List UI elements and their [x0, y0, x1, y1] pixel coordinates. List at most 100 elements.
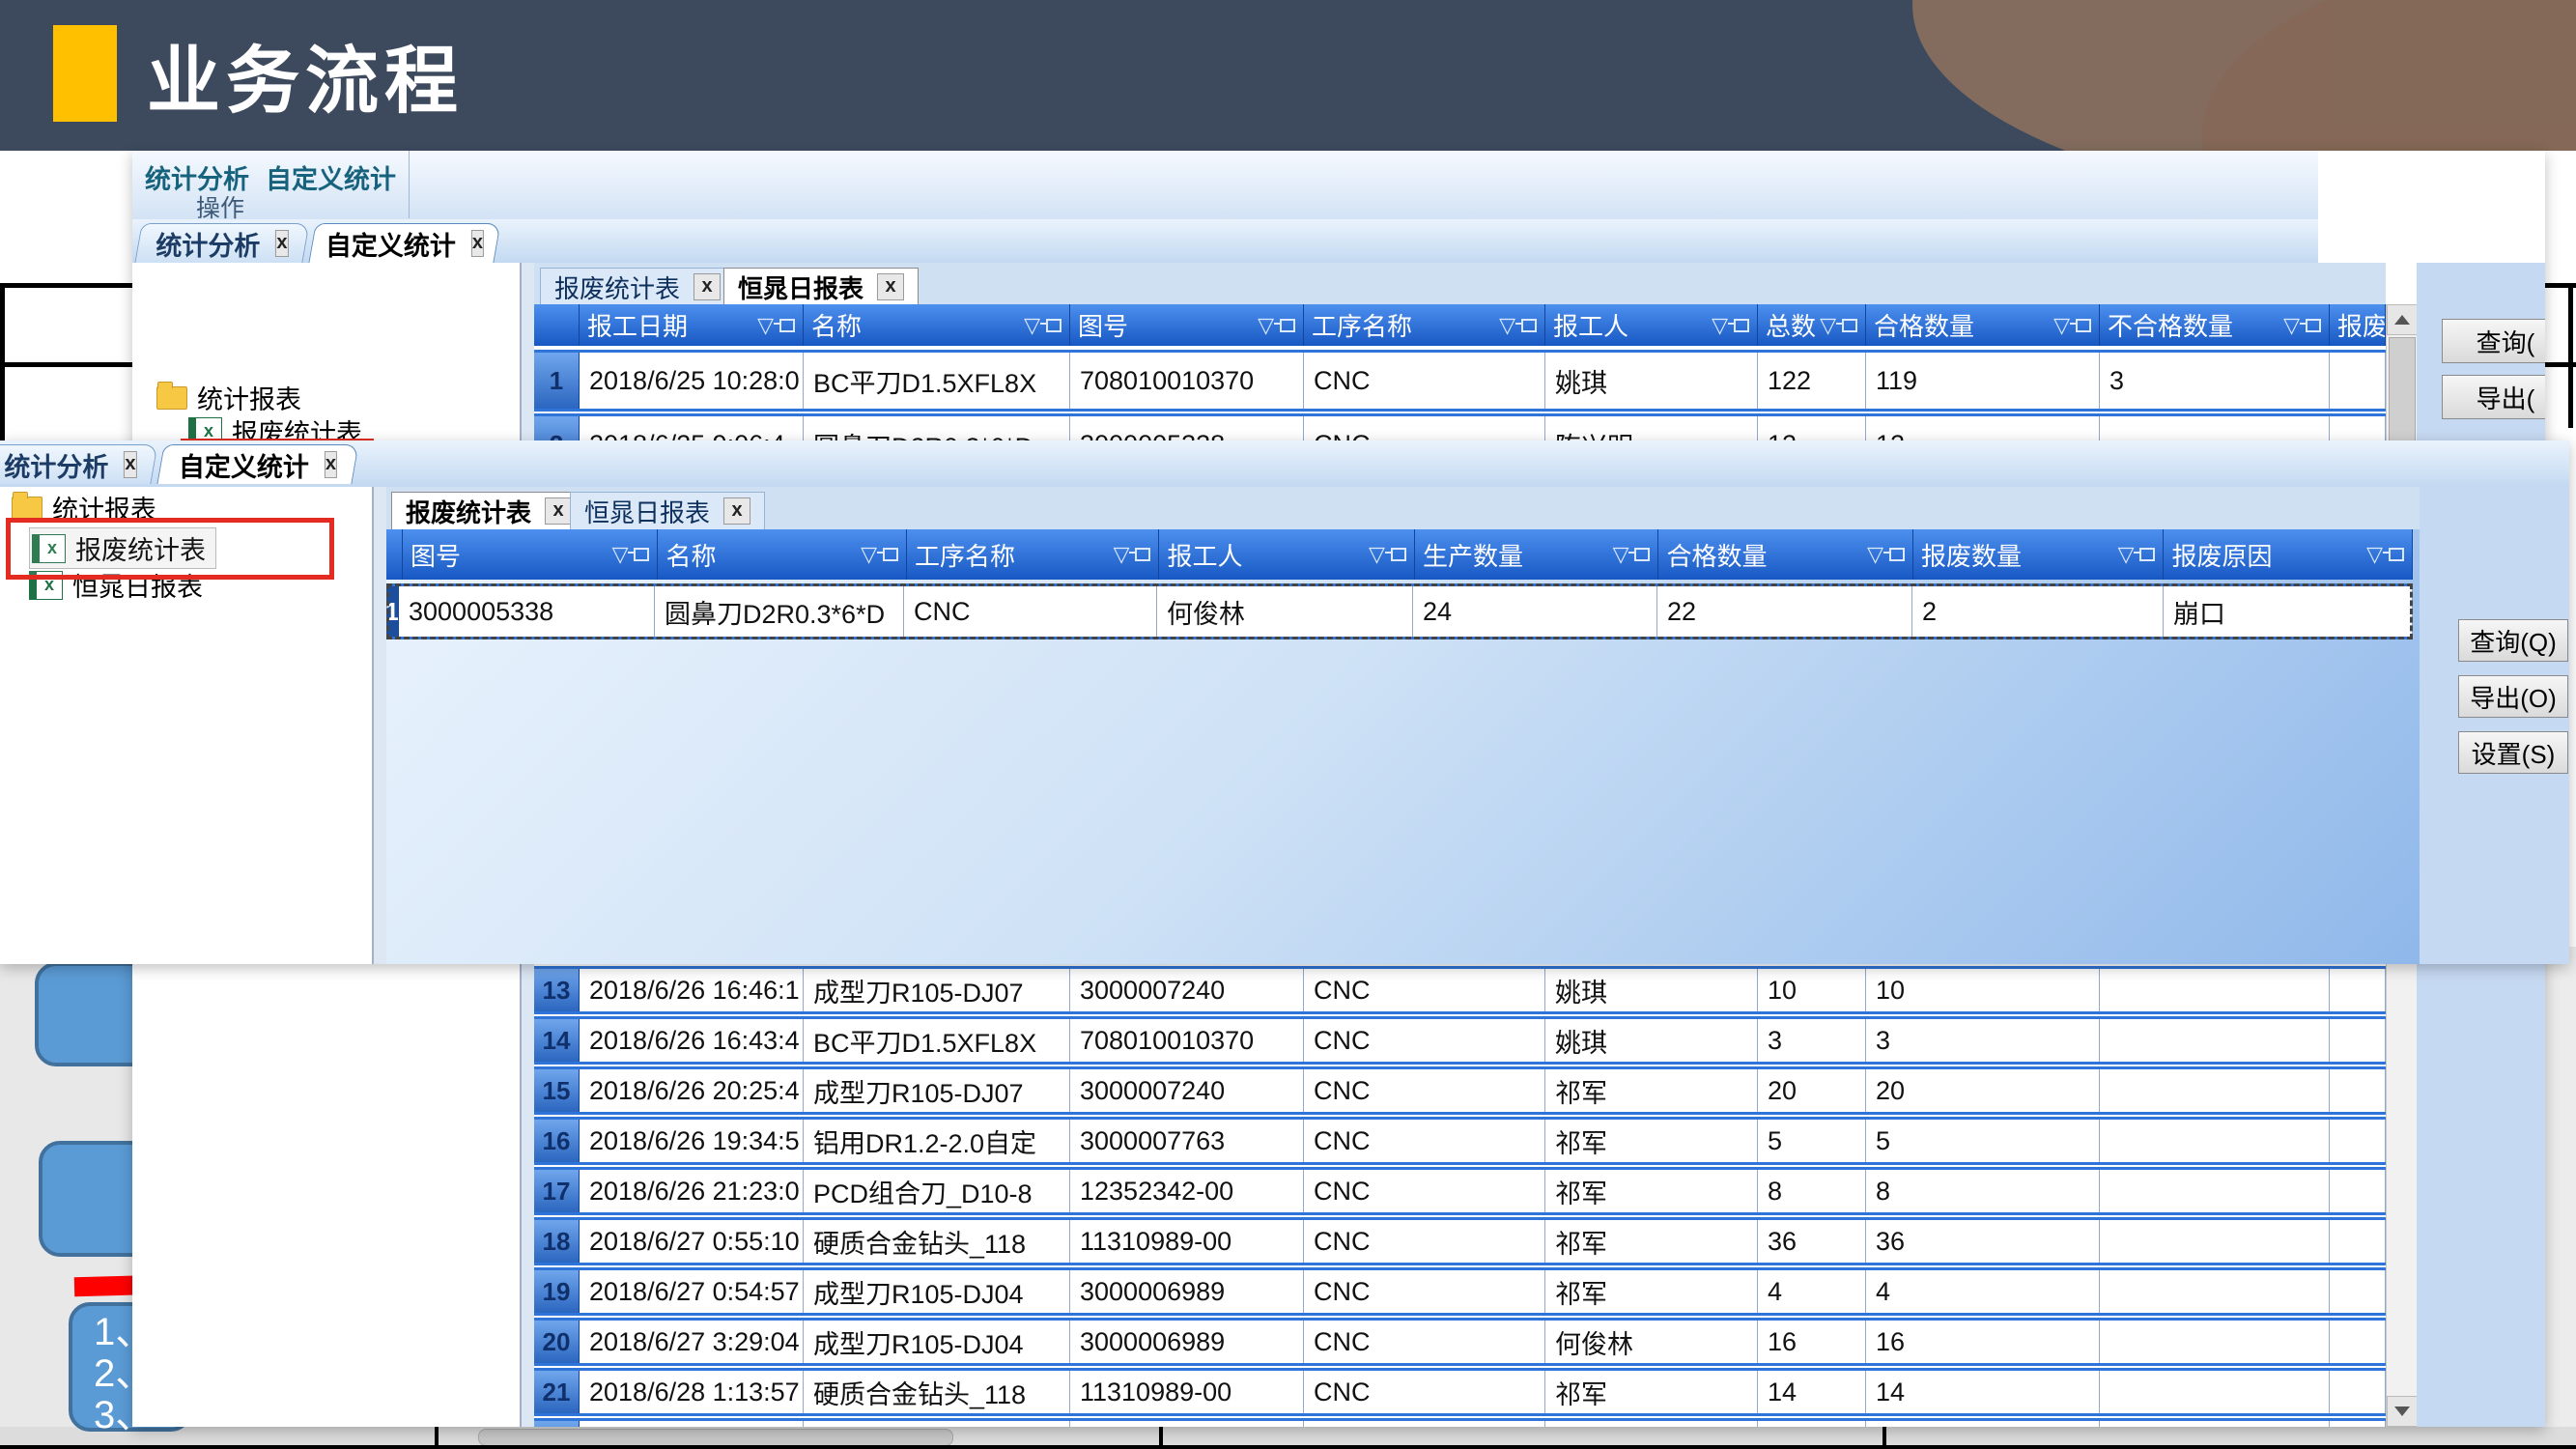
table-row[interactable]: 212018/6/28 1:13:57硬质合金钻头_11811310989-00…: [534, 1368, 2386, 1416]
row-header[interactable]: 15: [534, 1069, 580, 1112]
doc-tab-scrap-report[interactable]: 报废统计表x: [540, 268, 735, 305]
export-button[interactable]: 导出(: [2442, 375, 2545, 419]
tab-statistics[interactable]: 统计分析x: [0, 444, 158, 484]
filter-funnel-icon[interactable]: ▽: [1712, 313, 1728, 338]
scroll-down-button[interactable]: [2387, 1396, 2418, 1427]
menu-item-custom-statistics[interactable]: 自定义统计: [266, 158, 396, 196]
column-header[interactable]: 名称▽: [658, 529, 907, 580]
table-row[interactable]: 13000005338圆鼻刀D2R0.3*6*DCNC何俊林24222崩口: [386, 583, 2413, 639]
close-icon[interactable]: x: [694, 273, 721, 300]
row-header[interactable]: 17: [534, 1170, 580, 1212]
pin-icon[interactable]: [779, 319, 795, 332]
row-header[interactable]: 21: [534, 1371, 580, 1413]
table-row[interactable]: 202018/6/27 3:29:04成型刀R105-DJ04300000698…: [534, 1318, 2386, 1366]
filter-funnel-icon[interactable]: ▽: [757, 313, 774, 338]
column-header[interactable]: 名称▽: [804, 304, 1070, 346]
close-icon[interactable]: x: [545, 497, 572, 525]
pin-icon[interactable]: [1634, 548, 1650, 561]
close-icon[interactable]: x: [124, 451, 136, 478]
row-header[interactable]: 22: [534, 1421, 580, 1427]
filter-funnel-icon[interactable]: ▽: [2053, 313, 2070, 338]
horizontal-scrollbar-thumb[interactable]: [478, 1429, 953, 1446]
table-row[interactable]: 132018/6/26 16:46:1成型刀R105-DJ07300000724…: [534, 966, 2386, 1014]
pin-icon[interactable]: [1391, 548, 1406, 561]
filter-funnel-icon[interactable]: ▽: [861, 542, 877, 567]
row-header[interactable]: 13: [534, 969, 580, 1011]
close-icon[interactable]: x: [325, 451, 337, 478]
row-header[interactable]: 14: [534, 1019, 580, 1062]
close-icon[interactable]: x: [877, 273, 904, 300]
filter-funnel-icon[interactable]: ▽: [1499, 313, 1515, 338]
filter-funnel-icon[interactable]: ▽: [612, 542, 629, 567]
row-header[interactable]: 1: [534, 353, 580, 409]
doc-tab-scrap-report[interactable]: 报废统计表x: [391, 492, 586, 529]
pin-icon[interactable]: [2389, 548, 2404, 561]
filter-funnel-icon[interactable]: ▽: [1114, 542, 1130, 567]
pin-icon[interactable]: [1046, 319, 1062, 332]
filter-funnel-icon[interactable]: ▽: [1820, 313, 1836, 338]
table-row[interactable]: 142018/6/26 16:43:4BC平刀D1.5XFL8X70801001…: [534, 1016, 2386, 1065]
row-header[interactable]: 1: [386, 586, 399, 637]
row-header[interactable]: 19: [534, 1270, 580, 1313]
column-header[interactable]: 图号▽: [1070, 304, 1304, 346]
tab-statistics[interactable]: 统计分析x: [134, 223, 309, 263]
row-header[interactable]: 18: [534, 1220, 580, 1263]
column-header[interactable]: 报工人▽: [1545, 304, 1758, 346]
tree-root-report-folder[interactable]: 统计报表: [156, 379, 301, 416]
row-header[interactable]: 20: [534, 1321, 580, 1363]
pin-icon[interactable]: [1280, 319, 1295, 332]
table-row[interactable]: 192018/6/27 0:54:57成型刀R105-DJ04300000698…: [534, 1267, 2386, 1316]
pin-icon[interactable]: [883, 548, 898, 561]
filter-funnel-icon[interactable]: ▽: [1258, 313, 1274, 338]
row-header[interactable]: 2: [534, 416, 580, 440]
row-header[interactable]: 16: [534, 1120, 580, 1162]
pin-icon[interactable]: [1842, 319, 1857, 332]
table-row[interactable]: 162018/6/26 19:34:5铝用DR1.2-2.0自定30000077…: [534, 1117, 2386, 1165]
table-row[interactable]: 12018/6/25 10:28:0BC平刀D1.5XFL8X708010010…: [534, 350, 2386, 412]
column-header[interactable]: 图号▽: [403, 529, 658, 580]
pin-icon[interactable]: [2076, 319, 2091, 332]
pin-icon[interactable]: [2139, 548, 2155, 561]
tab-custom-statistics[interactable]: 自定义统计x: [156, 444, 358, 484]
column-header[interactable]: 报废原因▽: [2164, 529, 2413, 580]
scroll-up-button[interactable]: [2387, 304, 2418, 335]
export-button[interactable]: 导出(O): [2458, 675, 2568, 718]
close-icon[interactable]: x: [275, 230, 288, 257]
column-header[interactable]: 报废数量▽: [1913, 529, 2165, 580]
column-header[interactable]: 工序名称▽: [907, 529, 1160, 580]
doc-tab-daily-report[interactable]: 恒晁日报表x: [723, 268, 919, 305]
filter-funnel-icon[interactable]: ▽: [1024, 313, 1040, 338]
column-header[interactable]: 生产数量▽: [1415, 529, 1659, 580]
filter-funnel-icon[interactable]: ▽: [2366, 542, 2383, 567]
pin-icon[interactable]: [2306, 319, 2321, 332]
pin-icon[interactable]: [1135, 548, 1150, 561]
column-header[interactable]: 合格数量▽: [1658, 529, 1913, 580]
doc-tab-daily-report[interactable]: 恒晁日报表x: [570, 492, 765, 529]
table-row[interactable]: 172018/6/26 21:23:0PCD组合刀_D10-812352342-…: [534, 1167, 2386, 1215]
filter-funnel-icon[interactable]: ▽: [1613, 542, 1629, 567]
table-row[interactable]: 222018/6/27 4:38:4铝用DR2.0制冰刀3000007424CN…: [534, 1418, 2386, 1427]
pin-icon[interactable]: [1889, 548, 1905, 561]
column-header[interactable]: 总数▽: [1758, 304, 1866, 346]
close-icon[interactable]: x: [723, 497, 750, 525]
filter-funnel-icon[interactable]: ▽: [2118, 542, 2135, 567]
table-row[interactable]: 152018/6/26 20:25:4成型刀R105-DJ07300000724…: [534, 1066, 2386, 1115]
tab-custom-statistics[interactable]: 自定义统计x: [308, 223, 500, 263]
filter-funnel-icon[interactable]: ▽: [1369, 542, 1385, 567]
filter-funnel-icon[interactable]: ▽: [1867, 542, 1883, 567]
column-header[interactable]: 合格数量▽: [1866, 304, 2100, 346]
pin-icon[interactable]: [1521, 319, 1537, 332]
column-header[interactable]: 报工日期▽: [580, 304, 804, 346]
pin-icon[interactable]: [634, 548, 649, 561]
column-header[interactable]: 工序名称▽: [1304, 304, 1545, 346]
close-icon[interactable]: x: [471, 230, 484, 257]
column-header[interactable]: 报工人▽: [1159, 529, 1414, 580]
query-button[interactable]: 查询(Q): [2458, 619, 2568, 662]
column-header[interactable]: 报废▽: [2330, 304, 2386, 346]
vertical-scrollbar-thumb[interactable]: [2389, 337, 2416, 455]
query-button[interactable]: 查询(: [2442, 319, 2545, 363]
table-row[interactable]: 182018/6/27 0:55:10硬质合金钻头_11811310989-00…: [534, 1217, 2386, 1265]
table-row[interactable]: 22018/6/25 9:06:4圆鼻刀D2R0.3*6*D3000005338…: [534, 413, 2386, 440]
column-header[interactable]: 不合格数量▽: [2100, 304, 2330, 346]
pin-icon[interactable]: [1734, 319, 1749, 332]
